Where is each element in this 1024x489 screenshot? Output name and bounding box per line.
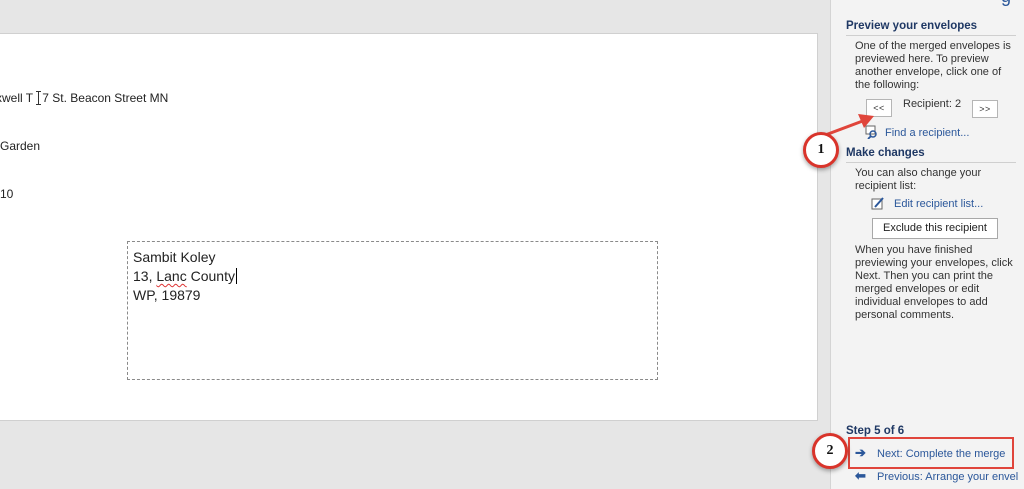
recipient-street-prefix: 13, [133,268,157,284]
spelling-error-word[interactable]: Lanc [156,268,186,284]
make-changes-heading: Make changes [846,147,925,159]
next-recipient-button[interactable]: >> [972,100,998,118]
return-address-line-1a: xwell T [0,91,37,105]
next-link-highlight [848,437,1014,469]
preview-heading: Preview your envelopes [846,20,978,32]
pane-title: g [1001,0,1011,7]
recipient-name: Sambit Koley [133,249,216,265]
previous-step-link[interactable]: Previous: Arrange your envel [877,471,1023,483]
arrow-left-icon: ⬅ [855,468,866,483]
mail-merge-task-pane: g Preview your envelopes One of the merg… [830,0,1024,489]
delivery-address-box[interactable]: Sambit Koley 13, Lanc County WP, 19879 [127,241,658,380]
make-changes-divider [846,162,1016,163]
return-address-line-2: Garden [0,139,41,153]
callout-badge-2: 2 [812,433,848,469]
exclude-recipient-button[interactable]: Exclude this recipient [872,218,998,239]
find-recipient-link[interactable]: Find a recipient... [885,127,969,139]
edit-list-icon [871,197,884,210]
step-indicator: Step 5 of 6 [846,425,905,437]
document-area: xwell T 7 St. Beacon Street MN Garden 10… [0,0,830,489]
envelope-page[interactable]: xwell T 7 St. Beacon Street MN Garden 10… [0,33,818,421]
return-address-line-1b: 7 St. Beacon Street MN [42,91,169,105]
previous-recipient-button[interactable]: << [866,99,892,117]
recipient-street-suffix: County [186,268,235,284]
recipient-city-zip: WP, 19879 [133,287,201,303]
preview-divider [846,35,1016,36]
return-address[interactable]: xwell T 7 St. Beacon Street MN Garden 10 [0,58,172,234]
text-caret [235,268,237,284]
recipient-street: 13, Lanc County [133,267,657,286]
recipient-counter: Recipient: 2 [903,98,962,110]
edit-recipient-list-link[interactable]: Edit recipient list... [894,198,983,210]
text-cursor-icon [36,91,42,105]
callout-badge-1: 1 [803,132,839,168]
preview-description: One of the merged envelopes is previewed… [855,40,1011,91]
finish-instructions: When you have finished previewing your e… [855,244,1013,321]
return-address-line-3: 10 [0,187,14,201]
make-changes-description: You can also change your recipient list: [855,167,982,192]
find-recipient-icon [865,125,877,139]
